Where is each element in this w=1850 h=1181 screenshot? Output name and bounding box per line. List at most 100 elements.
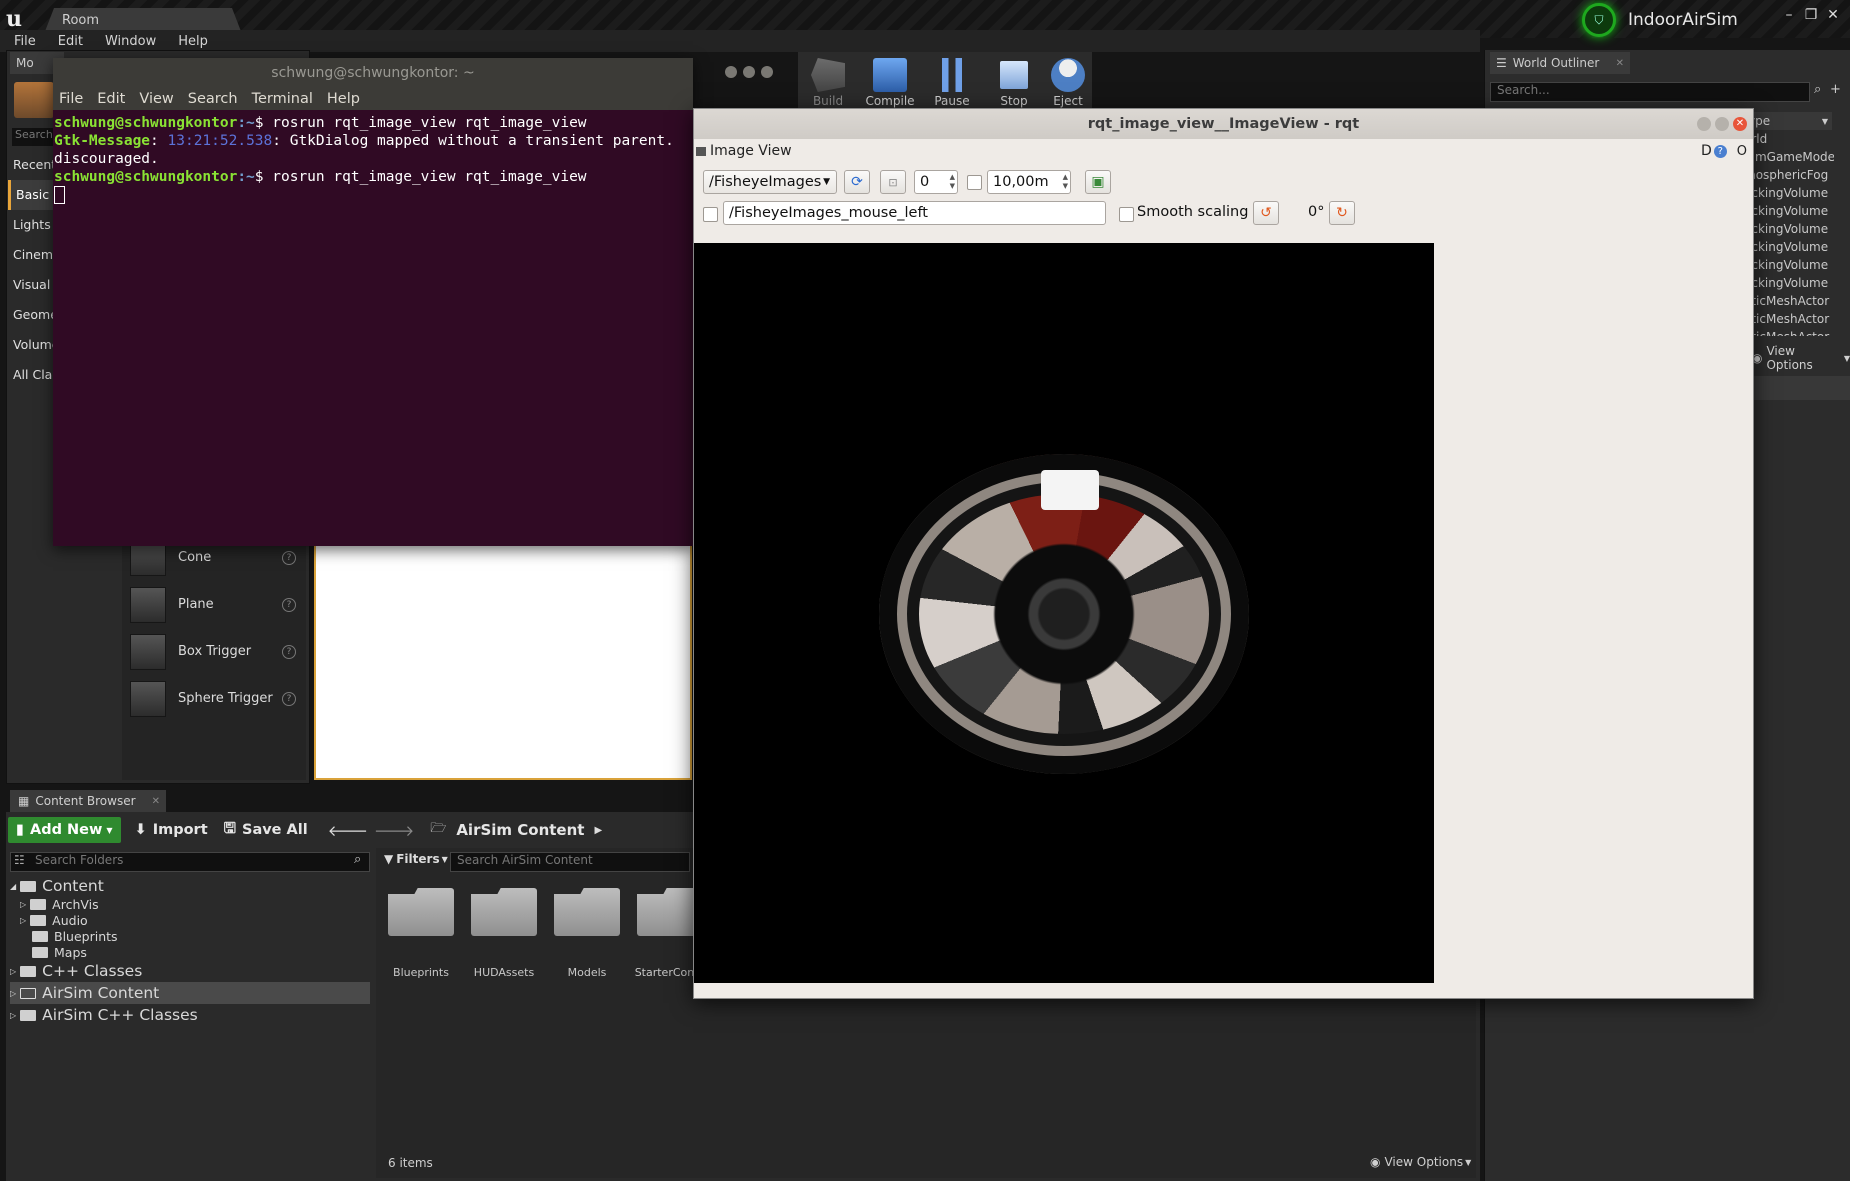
outliner-row[interactable]: aticMeshActor — [1744, 328, 1834, 336]
maximize-icon[interactable] — [1715, 117, 1729, 131]
tree-item-content[interactable]: ◢ Content — [10, 876, 370, 896]
maximize-icon[interactable] — [743, 66, 755, 78]
close-tab-icon[interactable]: ✕ — [1616, 58, 1624, 69]
import-button[interactable]: ⬇ Import — [127, 817, 216, 843]
category-volumes[interactable]: Volume — [8, 330, 56, 360]
topic-combobox[interactable]: /FisheyeImages ▼ — [703, 170, 837, 194]
terminal-menu-view[interactable]: View — [139, 91, 173, 107]
outliner-view-options[interactable]: ◉ View Options ▼ — [1752, 344, 1850, 372]
pause-button[interactable]: Pause — [922, 52, 982, 112]
outliner-row[interactable]: ockingVolume — [1744, 274, 1834, 292]
world-outliner-tab[interactable]: ☰ World Outliner ✕ — [1490, 52, 1630, 74]
level-viewport[interactable] — [314, 544, 692, 780]
tree-toggle-icon[interactable]: ☷ — [14, 853, 25, 867]
close-icon[interactable] — [761, 66, 773, 78]
content-browser-tab[interactable]: ▦ Content Browser ✕ — [10, 790, 166, 812]
category-lights[interactable]: Lights — [8, 210, 56, 240]
outliner-search-input[interactable]: Search... — [1490, 82, 1810, 102]
add-new-button[interactable]: ▮ Add New ▼ — [8, 817, 121, 843]
minimize-icon[interactable]: – — [1778, 6, 1800, 24]
terminal-titlebar[interactable]: schwung@schwungkontor: ~ — [53, 58, 693, 88]
terminal-menu-file[interactable]: File — [59, 91, 83, 107]
mouse-topic-input[interactable]: /FisheyeImages_mouse_left — [723, 201, 1106, 225]
outliner-row[interactable]: ockingVolume — [1744, 238, 1834, 256]
terminal-output[interactable]: schwung@schwungkontor:~$ rosrun rqt_imag… — [54, 114, 684, 204]
asset-folder-hudassets[interactable]: HUDAssets — [464, 884, 544, 979]
terminal-menu-terminal[interactable]: Terminal — [252, 91, 313, 107]
folders-search-input[interactable]: Search Folders — [10, 852, 370, 872]
spin-arrows-icon[interactable]: ▲ ▼ — [950, 173, 955, 191]
rotate-left-button[interactable]: ↺ — [1253, 201, 1279, 225]
place-item-plane[interactable]: Plane? — [122, 581, 306, 628]
terminal-menu-search[interactable]: Search — [188, 91, 238, 107]
forward-arrow-icon[interactable]: 🡒 — [374, 821, 414, 840]
category-recent[interactable]: Recent — [8, 150, 56, 180]
compile-button[interactable]: Compile — [860, 52, 920, 112]
terminal-window[interactable]: schwung@schwungkontor: ~ File Edit View … — [53, 58, 693, 546]
category-geometry[interactable]: Geome — [8, 300, 56, 330]
save-image-button[interactable]: ▣ — [1085, 170, 1111, 194]
build-button[interactable]: Build — [798, 52, 858, 112]
menu-help[interactable]: Help — [178, 34, 208, 49]
tree-item-maps[interactable]: Maps — [10, 944, 370, 960]
terminal-menu-help[interactable]: Help — [327, 91, 360, 107]
close-icon[interactable]: ✕ — [1822, 6, 1844, 24]
back-arrow-icon[interactable]: 🡐 — [328, 821, 368, 840]
outliner-row[interactable]: SimGameMode — [1744, 148, 1834, 166]
asset-folder-blueprints[interactable]: Blueprints — [381, 884, 461, 979]
rotate-right-button[interactable]: ↻ — [1329, 201, 1355, 225]
stop-button[interactable]: Stop — [984, 52, 1044, 112]
content-view-options[interactable]: ◉ View Options ▼ — [1370, 1155, 1471, 1169]
minimize-icon[interactable] — [1697, 117, 1711, 131]
modes-search-input[interactable]: Search — [12, 128, 59, 146]
asset-folder-models[interactable]: Models — [547, 884, 627, 979]
path-chevron-icon[interactable]: ▶ — [594, 825, 602, 836]
close-icon[interactable]: ✕ — [1733, 117, 1747, 131]
close-tab-icon[interactable]: ✕ — [152, 796, 160, 807]
terminal-menu-edit[interactable]: Edit — [97, 91, 125, 107]
add-icon[interactable]: + — [1830, 82, 1841, 97]
rqt-titlebar[interactable]: rqt_image_view__ImageView - rqt — [694, 109, 1753, 139]
help-icon[interactable]: ? — [282, 691, 296, 706]
place-mode-icon[interactable] — [14, 82, 54, 118]
rqt-window[interactable]: rqt_image_view__ImageView - rqt ✕ Image … — [693, 108, 1754, 999]
category-cinematic[interactable]: Cinema — [8, 240, 56, 270]
outliner-type-column[interactable]: ype ▼ — [1744, 112, 1832, 130]
smooth-scaling-checkbox[interactable] — [1119, 207, 1134, 222]
tree-item-airsim-content[interactable]: ▷ AirSim Content — [10, 982, 370, 1004]
dynamic-range-checkbox[interactable] — [967, 175, 982, 190]
outliner-row[interactable]: aticMeshActor — [1744, 292, 1834, 310]
category-all-classes[interactable]: All Clas — [8, 360, 56, 390]
outliner-row[interactable]: aticMeshActor — [1744, 310, 1834, 328]
image-display[interactable] — [694, 243, 1434, 983]
tree-item-airsim-cpp-classes[interactable]: ▷ AirSim C++ Classes — [10, 1004, 370, 1026]
eject-button[interactable]: Eject — [1038, 52, 1098, 112]
help-icon[interactable]: ? — [1713, 144, 1727, 158]
outliner-row[interactable]: ockingVolume — [1744, 184, 1834, 202]
minimize-icon[interactable] — [725, 66, 737, 78]
tree-item-cpp-classes[interactable]: ▷ C++ Classes — [10, 960, 370, 982]
filters-button[interactable]: ▼ Filters ▼ — [384, 852, 448, 866]
menu-window[interactable]: Window — [105, 34, 156, 49]
place-item-box-trigger[interactable]: Box Trigger? — [122, 628, 306, 675]
help-icon[interactable]: ? — [282, 644, 296, 659]
help-icon[interactable]: ? — [282, 550, 296, 565]
outliner-row[interactable]: ockingVolume — [1744, 256, 1834, 274]
place-item-sphere-trigger[interactable]: Sphere Trigger? — [122, 675, 306, 722]
category-basic[interactable]: Basic — [8, 180, 56, 210]
max-range-spinbox[interactable]: 10,00m ▲ ▼ — [987, 170, 1071, 194]
outliner-row[interactable]: ockingVolume — [1744, 220, 1834, 238]
outliner-row[interactable]: orld — [1744, 130, 1834, 148]
spin-arrows-icon[interactable]: ▲ ▼ — [1063, 173, 1068, 191]
tree-item-blueprints[interactable]: Blueprints — [10, 928, 370, 944]
help-icon[interactable]: ? — [282, 597, 296, 612]
unreal-logo-icon[interactable]: u — [6, 6, 28, 32]
tree-item-audio[interactable]: ▷ Audio — [10, 912, 370, 928]
content-path[interactable]: AirSim Content — [456, 821, 584, 839]
tree-item-archvis[interactable]: ▷ ArchVis — [10, 896, 370, 912]
dock-button[interactable]: D — [1701, 143, 1712, 159]
refresh-topics-button[interactable]: ⟳ — [844, 170, 870, 194]
asset-search-input[interactable]: Search AirSim Content — [450, 852, 690, 872]
outliner-row[interactable]: mosphericFog — [1744, 166, 1834, 184]
outliner-row[interactable]: ockingVolume — [1744, 202, 1834, 220]
